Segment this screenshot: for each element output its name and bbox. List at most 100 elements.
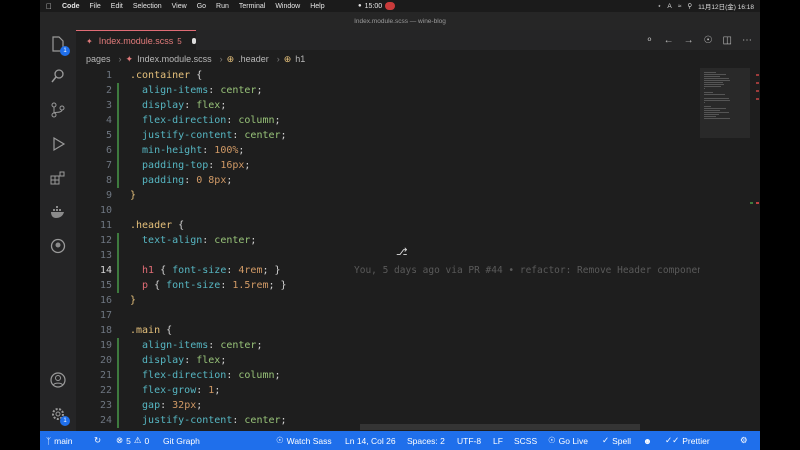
more-actions-icon[interactable]: ⋯ [742,35,752,46]
code-token: center [244,130,281,141]
code-line[interactable]: 11 .header { [76,218,736,233]
end-of-line[interactable]: LF [493,436,503,446]
watch-sass-button[interactable]: ☉ Watch Sass [276,435,332,446]
code-line[interactable]: 15 p { font-size: 1.5rem; } [76,278,736,293]
menu-file[interactable]: File [90,3,101,10]
code-token: center [244,415,281,426]
code-line[interactable]: 21 flex-direction: column; [76,368,736,383]
apple-icon[interactable]:  [46,2,52,11]
previous-change-icon[interactable]: ← [664,35,674,46]
run-debug-icon[interactable] [48,134,68,154]
menu-app[interactable]: Code [62,3,80,10]
docker-icon[interactable] [48,202,68,222]
code-line[interactable]: 5 justify-content: center; [76,128,736,143]
code-text: h1 { font-size: 4rem; } [130,265,281,276]
unsaved-dot-icon[interactable] [191,38,196,44]
code-line[interactable]: 12 text-align: center; [76,233,736,248]
status-bar: ᛉ main ↻ ⊗ 5 ⚠ 0 Git Graph ☉ Watch Sass … [40,431,760,450]
code-token: justify-content [130,415,233,426]
code-line[interactable]: 6 min-height: 100%; [76,143,736,158]
git-change-marker[interactable] [117,233,119,293]
search-icon[interactable] [48,66,68,86]
account-icon[interactable] [48,370,68,390]
breadcrumb-folder[interactable]: pages [86,54,111,64]
git-graph-button[interactable]: Git Graph [163,436,200,446]
git-lens-icon[interactable]: ☉ [704,35,713,46]
encoding[interactable]: UTF-8 [457,436,481,446]
menu-help[interactable]: Help [310,3,324,10]
code-line[interactable]: 10 [76,203,736,218]
wifi-icon[interactable]: ≈ [678,3,682,10]
minimap-line [704,112,729,113]
code-token: ; [250,235,257,246]
window-title: Index.module.scss — wine-blog [40,12,760,31]
code-line[interactable]: 1 .container { [76,68,736,83]
problems-status[interactable]: ⊗ 5 ⚠ 0 [116,435,149,446]
git-change-marker[interactable] [117,338,119,428]
cursor-position[interactable]: Ln 14, Col 26 [345,436,396,446]
code-token: : [208,85,221,96]
menu-run[interactable]: Run [216,3,229,10]
line-number: 18 [99,325,112,336]
menu-go[interactable]: Go [197,3,206,10]
code-line[interactable]: 16} [76,293,736,308]
line-number: 11 [99,220,112,231]
go-live-button[interactable]: ☉ Go Live [548,435,588,446]
code-token: .main [130,325,161,336]
notifications-bell-icon[interactable]: ⚙ [740,435,748,446]
settings-gear-icon[interactable]: 1 [48,404,70,426]
search-icon[interactable]: ⚲ [687,2,692,10]
code-line[interactable]: 19 align-items: center; [76,338,736,353]
menu-window[interactable]: Window [275,3,300,10]
sync-icon[interactable]: ↻ [94,435,101,446]
code-line[interactable]: 14 h1 { font-size: 4rem; } You, 5 days ag… [76,263,736,278]
code-line[interactable]: 4 flex-direction: column; [76,113,736,128]
code-line[interactable]: 18 .main { [76,323,736,338]
code-token: : [220,280,233,291]
menu-edit[interactable]: Edit [111,3,123,10]
github-icon[interactable] [48,236,68,256]
minimap[interactable] [700,68,760,431]
menu-terminal[interactable]: Terminal [239,3,265,10]
language-mode[interactable]: SCSS [514,436,537,446]
line-number: 15 [99,280,112,291]
code-line[interactable]: 23 gap: 32px; [76,398,736,413]
copilot-icon[interactable]: ☻ [643,436,652,446]
code-line[interactable]: 7 padding-top: 16px; [76,158,736,173]
explorer-icon[interactable]: 1 [48,34,70,56]
editor-actions: ⚬ ← → ☉ ◫ ⋯ [645,30,752,50]
recording-icon[interactable]: ● [358,3,362,9]
breadcrumb-selector[interactable]: .header [238,54,269,64]
code-line[interactable]: 20 display: flex; [76,353,736,368]
breadcrumb-element[interactable]: h1 [295,54,305,64]
menu-view[interactable]: View [172,3,187,10]
code-line[interactable]: 2 align-items: center; [76,83,736,98]
input-source-icon[interactable]: A [667,3,671,10]
prettier-button[interactable]: ✓✓ Prettier [665,435,710,446]
spell-button[interactable]: ✓ Spell [602,435,631,446]
code-text: p { font-size: 1.5rem; } [130,280,287,291]
source-control-icon[interactable] [48,100,68,120]
indentation[interactable]: Spaces: 2 [407,436,445,446]
code-line[interactable]: 3 display: flex; [76,98,736,113]
tab-index-module-scss[interactable]: ✦ Index.module.scss 5 [76,30,196,51]
git-change-marker[interactable] [117,83,119,188]
menu-selection[interactable]: Selection [133,3,162,10]
minimap-line [704,102,705,103]
horizontal-scrollbar[interactable] [360,424,640,430]
git-commit-icon[interactable]: ⚬ [645,35,653,46]
bluetooth-icon[interactable]: ⋆ [657,2,661,10]
code-text: min-height: 100%; [130,145,244,156]
next-change-icon[interactable]: → [684,35,694,46]
code-line[interactable]: 22 flex-grow: 1; [76,383,736,398]
prettier-label: Prettier [682,435,710,446]
breadcrumb-file[interactable]: Index.module.scss [137,54,212,64]
branch-status[interactable]: ᛉ main [46,436,73,446]
code-line[interactable]: 17 [76,308,736,323]
code-line[interactable]: 9} [76,188,736,203]
code-token: align-items [130,85,209,96]
code-line[interactable]: 8 padding: 0 8px; [76,173,736,188]
code-token: ; [226,175,233,186]
extensions-icon[interactable] [48,168,68,188]
split-editor-icon[interactable]: ◫ [723,35,732,46]
